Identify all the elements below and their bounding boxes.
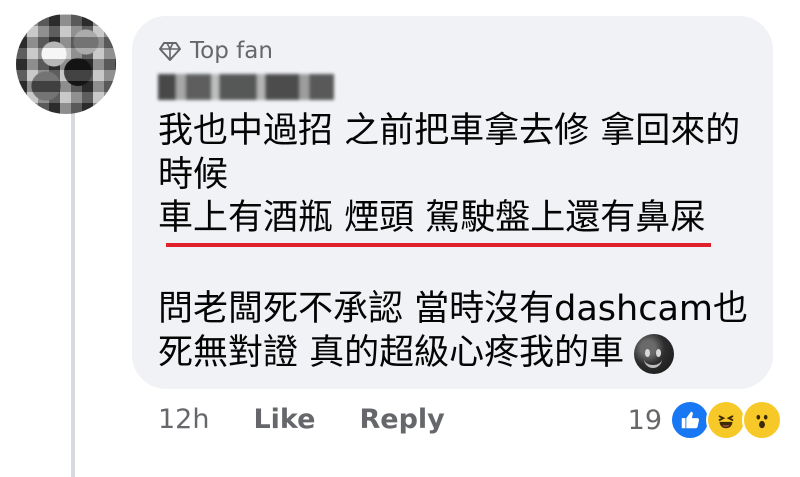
haha-reaction-icon [706,400,746,440]
like-reaction-icon [670,400,710,440]
reaction-count: 19 [627,404,662,436]
author-name-blurred[interactable] [158,74,334,100]
red-underline-annotation [166,243,711,247]
comment-text: 死無對證 真的超級心疼我的車 [158,333,625,373]
wow-reaction-icon [742,400,782,440]
timestamp[interactable]: 12h [158,404,209,435]
avatar[interactable] [16,14,116,114]
top-fan-badge: Top fan [158,36,273,66]
comment-text-line: 時候 [158,155,229,195]
comment-text-line: 問老闆死不承認 當時沒有dashcam也 [158,289,748,329]
comment-text-line: 車上有酒瓶 煙頭 駕駛盤上還有鼻屎 [158,198,706,238]
like-button[interactable]: Like [253,404,315,435]
badge-label: Top fan [190,38,273,64]
thread-line [71,108,75,477]
comment-text-line: 我也中過招 之前把車拿去修 拿回來的 [158,111,741,151]
comment-text-line-last: 死無對證 真的超級心疼我的車 [158,332,675,374]
reactions-summary[interactable]: 19 [628,400,782,440]
new-moon-face-icon [634,334,675,374]
diamond-icon [159,42,181,61]
reply-button[interactable]: Reply [359,404,444,435]
comment-actions: 12h Like Reply [158,404,445,435]
